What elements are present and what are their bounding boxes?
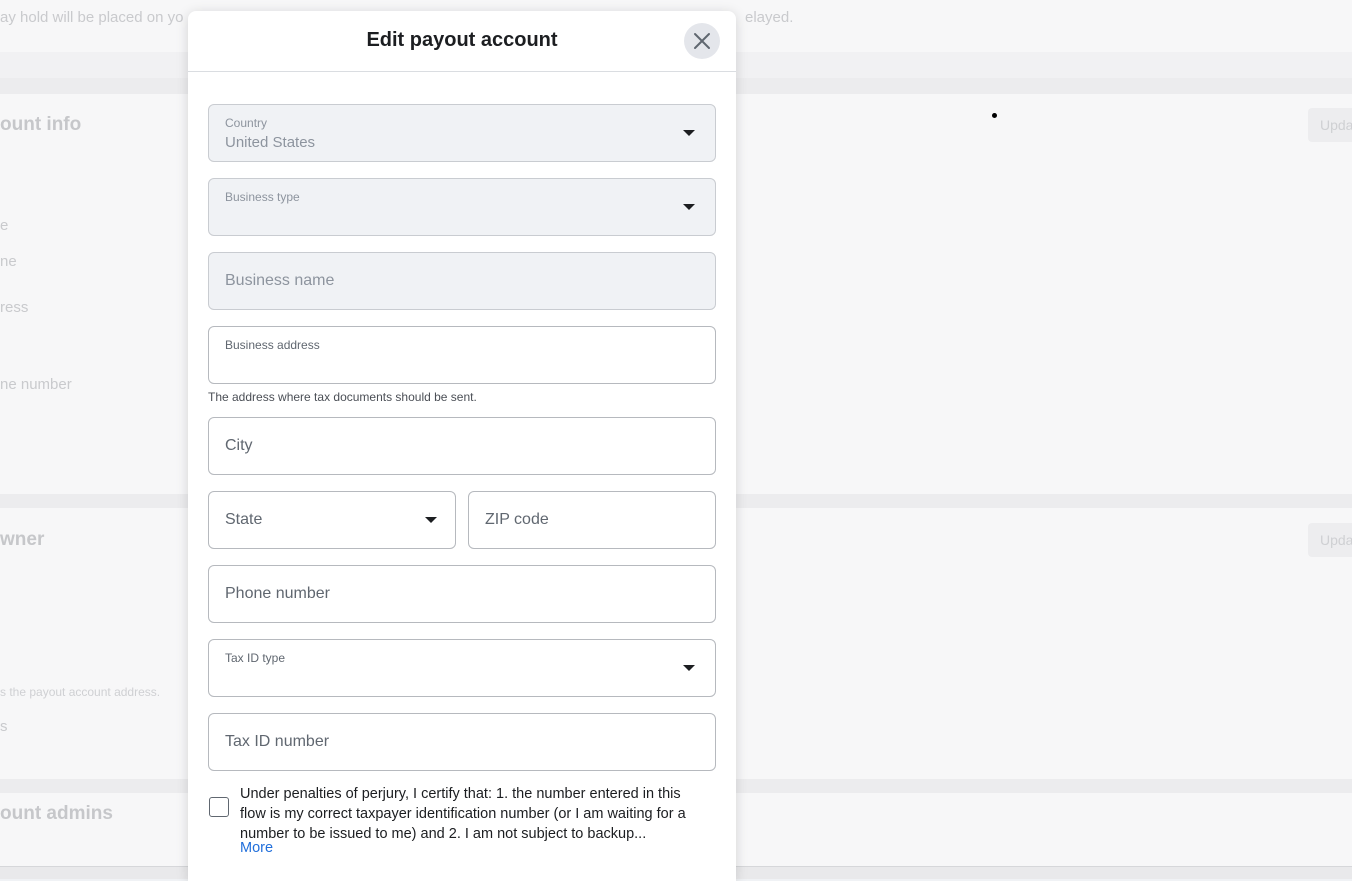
state-placeholder: State xyxy=(225,511,263,528)
city-placeholder: City xyxy=(225,437,253,454)
business-address-label: Business address xyxy=(225,338,320,352)
background-section-account-info: ount info xyxy=(0,114,82,135)
background-row-label: ress xyxy=(0,299,29,316)
zip-code-field[interactable]: ZIP code xyxy=(468,491,716,549)
caret-down-icon xyxy=(683,204,695,210)
close-icon xyxy=(694,33,710,49)
certification-text: Under penalties of perjury, I certify th… xyxy=(240,786,686,842)
tax-id-type-select[interactable]: Tax ID type xyxy=(208,639,716,697)
business-name-field[interactable]: Business name xyxy=(208,252,716,310)
country-value: United States xyxy=(225,134,316,151)
country-select[interactable]: Country United States xyxy=(208,104,716,162)
background-row-label: e xyxy=(0,217,9,234)
state-select[interactable]: State xyxy=(208,491,456,549)
background-section-admins: ount admins xyxy=(0,803,113,824)
dialog-header: Edit payout account xyxy=(188,11,736,72)
caret-down-icon xyxy=(683,130,695,136)
cursor-dot xyxy=(992,113,997,118)
tax-id-number-placeholder: Tax ID number xyxy=(225,733,330,750)
tax-id-number-field[interactable]: Tax ID number xyxy=(208,713,716,771)
business-type-select[interactable]: Business type xyxy=(208,178,716,236)
phone-number-field[interactable]: Phone number xyxy=(208,565,716,623)
caret-down-icon xyxy=(683,665,695,671)
zip-code-placeholder: ZIP code xyxy=(485,511,549,528)
certification-checkbox[interactable] xyxy=(209,797,229,817)
background-row-label: ne xyxy=(0,253,17,270)
caret-down-icon xyxy=(425,517,437,523)
business-name-placeholder: Business name xyxy=(225,272,335,289)
background-row-label: s xyxy=(0,718,8,735)
country-label: Country xyxy=(225,116,268,130)
background-update-button: Upda xyxy=(1308,108,1352,142)
more-link[interactable]: More xyxy=(240,840,273,856)
business-address-helper: The address where tax documents should b… xyxy=(208,390,477,404)
tax-id-type-label: Tax ID type xyxy=(225,651,286,665)
background-section-owner: wner xyxy=(0,529,45,550)
background-helper: s the payout account address. xyxy=(0,685,161,699)
background-notice: ay hold will be placed on yo xyxy=(0,9,184,26)
edit-payout-account-dialog: Edit payout account Country United State… xyxy=(188,11,736,881)
background-row-label: ne number xyxy=(0,376,72,393)
background-notice-end: elayed. xyxy=(745,9,794,26)
phone-number-placeholder: Phone number xyxy=(225,585,330,602)
business-type-label: Business type xyxy=(225,190,300,204)
close-button[interactable] xyxy=(684,23,720,59)
background-update-button: Upda xyxy=(1308,523,1352,557)
dialog-title: Edit payout account xyxy=(366,29,558,51)
business-address-field[interactable]: Business address xyxy=(208,326,716,384)
city-field[interactable]: City xyxy=(208,417,716,475)
